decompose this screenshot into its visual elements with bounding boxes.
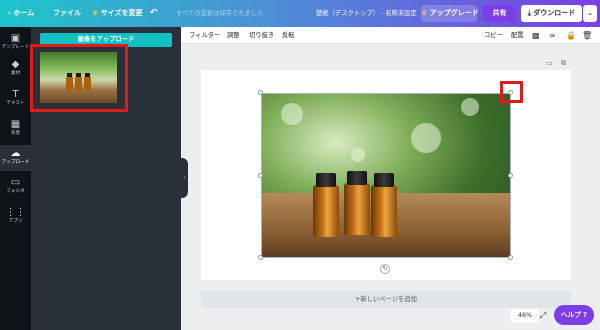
rail-item-background[interactable]: ▦ 背景 [0, 119, 31, 141]
template-icon: ▣ [10, 33, 21, 44]
crop-button[interactable]: 切り抜き [249, 27, 274, 44]
home-label: ホーム [13, 9, 35, 17]
elements-icon: ◆ [11, 59, 20, 70]
document-title[interactable]: 壁紙（デスクトップ） - 名称未設定 [316, 0, 417, 27]
background-icon: ▦ [10, 119, 21, 130]
lock-icon[interactable]: 🔒 [566, 27, 576, 44]
filter-button[interactable]: フィルター [189, 27, 220, 44]
resize-button[interactable]: ♛ サイズを変更 [92, 0, 143, 27]
trash-icon[interactable]: 🗑 [582, 27, 592, 44]
resize-handle[interactable] [258, 255, 263, 260]
copy-button[interactable]: コピー [484, 27, 503, 44]
top-bar: ‹ ホーム ファイル ♛ サイズを変更 ↶ すべての変更は保存されました 壁紙（… [0, 0, 600, 27]
undo-icon[interactable]: ↶ [150, 0, 158, 27]
share-button[interactable]: 共有 [483, 5, 516, 22]
thumbnail-highlight-box [30, 44, 128, 112]
chevron-down-icon[interactable]: ⌄ [583, 5, 597, 22]
crown-icon: ♛ [92, 9, 99, 17]
rail-item-folders[interactable]: ▭ フォルダ [0, 177, 31, 199]
link-icon[interactable]: ∞ [549, 27, 556, 44]
saved-status: すべての変更は保存されました [176, 10, 264, 17]
resize-handle[interactable] [508, 173, 513, 178]
resize-handle[interactable] [258, 173, 263, 178]
resize-handle[interactable] [508, 255, 513, 260]
resize-handle[interactable] [258, 90, 263, 95]
home-button[interactable]: ‹ ホーム [8, 0, 34, 27]
rail-item-apps[interactable]: ⋮⋮ アプリ [0, 207, 31, 229]
transparency-icon[interactable]: ▩ [532, 27, 540, 44]
arrange-button[interactable]: 配置 [511, 27, 524, 44]
upgrade-button[interactable]: ♛ アップグレード [421, 5, 479, 22]
rail-label: アップロード [1, 160, 30, 165]
add-page-button[interactable]: +新しいページを追加 [201, 291, 571, 308]
text-icon: T [12, 89, 19, 100]
flip-button[interactable]: 反転 [282, 27, 295, 44]
corner-highlight-box [500, 81, 523, 103]
rail-label: テンプレート [1, 45, 30, 50]
rail-item-elements[interactable]: ◆ 素材 [0, 59, 31, 81]
rail-item-uploads[interactable]: ☁ アップロード [0, 145, 31, 171]
rail-label: 背景 [10, 131, 21, 136]
crown-icon: ♛ [421, 9, 428, 17]
rail-item-templates[interactable]: ▣ テンプレート [0, 33, 31, 55]
upgrade-label: アップグレード [429, 9, 479, 17]
help-button[interactable]: ヘルプ ? [554, 305, 594, 325]
duplicate-page-icon[interactable]: ⧉ [561, 59, 566, 68]
rotate-icon[interactable]: ↻ [380, 264, 390, 274]
chevron-left-icon: ‹ [8, 9, 11, 17]
resize-label: サイズを変更 [100, 9, 143, 17]
upload-icon: ☁ [10, 148, 21, 159]
rail-label: フォルダ [6, 189, 25, 194]
download-icon: ⤓ [527, 9, 531, 17]
selection-frame [261, 93, 511, 258]
left-rail: ▣ テンプレート ◆ 素材 T テキスト ▦ 背景 ☁ アップロード ▭ フォル… [0, 27, 31, 330]
rail-label: テキスト [6, 101, 25, 106]
rail-item-text[interactable]: T テキスト [0, 89, 31, 111]
rail-label: 素材 [10, 71, 21, 76]
folder-icon: ▭ [10, 177, 21, 188]
rail-label: アプリ [8, 219, 23, 224]
download-label: ダウンロード [533, 9, 576, 17]
page-notes-icon[interactable]: ▭ [546, 59, 553, 67]
apps-icon: ⋮⋮ [5, 207, 26, 218]
file-menu[interactable]: ファイル [53, 0, 81, 27]
zoom-level[interactable]: 46% [511, 309, 539, 323]
download-button[interactable]: ⤓ ダウンロード [521, 5, 582, 22]
collapse-panel-handle[interactable]: ‹ [181, 158, 188, 198]
edit-toolbar: フィルター 調整 切り抜き 反転 コピー 配置 ▩ ∞ 🔒 🗑 [181, 27, 600, 44]
adjust-button[interactable]: 調整 [227, 27, 240, 44]
fullscreen-icon[interactable]: ⤢ [537, 309, 549, 323]
